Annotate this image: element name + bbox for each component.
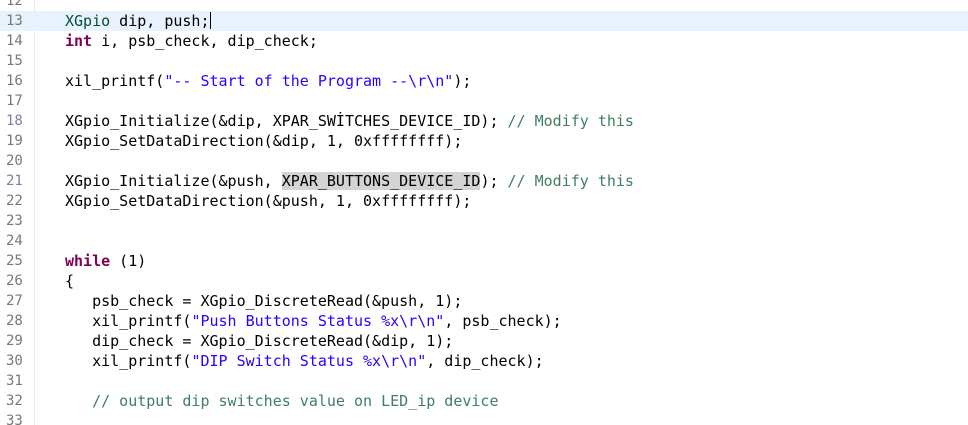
code-text[interactable]: int i, psb_check, dip_check; [65,31,318,51]
code-token: , psb_check); [444,312,562,330]
line-number: 33 [6,413,23,425]
code-line[interactable]: 33 [0,411,968,425]
keyword-token: while [65,252,111,270]
line-number: 29 [6,333,23,349]
code-text[interactable]: while (1) [65,251,146,271]
code-line[interactable]: 23 [0,211,968,231]
code-token: ); [480,172,508,190]
code-line[interactable]: 21 XGpio_Initialize(&push, XPAR_BUTTONS_D… [0,171,968,191]
string-token: "Push Buttons Status %x\r\n" [191,312,445,330]
text-caret [209,12,211,29]
comment-token: // Modify this [507,172,634,190]
code-token: i, psb_check, dip_check; [92,32,318,50]
code-text[interactable]: xil_printf("DIP Switch Status %x\r\n", d… [65,351,544,371]
code-token: (1) [110,252,147,270]
code-line[interactable]: 14 int i, psb_check, dip_check; [0,31,968,51]
code-text[interactable]: XGpio_SetDataDirection(&push, 1, 0xfffff… [65,191,471,211]
line-number: 22 [6,193,23,209]
line-number: 13 [6,13,23,29]
code-token: dip, push; [110,12,210,30]
code-text[interactable]: xil_printf("Push Buttons Status %x\r\n",… [65,311,562,331]
highlighted-token: XPAR_BUTTONS_DEVICE_ID [281,172,481,190]
code-token: dip_check = XGpio_DiscreteRead(&dip, 1); [65,332,454,350]
line-number: 16 [6,73,23,89]
code-text[interactable]: XGpio dip, push; [65,11,211,31]
line-number: 25 [6,253,23,269]
code-line[interactable]: 13 XGpio dip, push; [0,11,968,31]
code-line[interactable]: 16 xil_printf("-- Start of the Program --… [0,71,968,91]
line-number: 17 [6,93,23,109]
code-line[interactable]: 29 dip_check = XGpio_DiscreteRead(&dip, … [0,331,968,351]
code-editor[interactable]: 12 13 XGpio dip, push; 14 int i, psb_check, … [0,0,968,425]
line-number: 23 [6,213,23,229]
code-line[interactable]: 18 XGpio_Initialize(&dip, XPAR_SWİTCHES_D… [0,111,968,131]
line-number: 14 [6,33,23,49]
code-text[interactable]: psb_check = XGpio_DiscreteRead(&push, 1)… [65,291,462,311]
code-token: , dip_check); [426,352,544,370]
code-line[interactable]: 20 [0,151,968,171]
code-line[interactable]: 27 psb_check = XGpio_DiscreteRead(&push,… [0,291,968,311]
code-line[interactable]: 22 XGpio_SetDataDirection(&push, 1, 0xfff… [0,191,968,211]
code-token: { [65,272,75,290]
code-token: XGpio_Initialize(&dip, XPAR_SWİTCHES_DEV… [65,112,508,130]
code-text[interactable]: // output dip switches value on LED_ip d… [65,391,498,411]
string-token: "-- Start of the Program --\r\n" [164,72,454,90]
code-line[interactable]: 30 xil_printf("DIP Switch Status %x\r\n"… [0,351,968,371]
line-number: 20 [6,153,23,169]
line-number: 26 [6,273,23,289]
type-token: XGpio [65,12,111,30]
code-line[interactable]: 17 [0,91,968,111]
code-token: XGpio_SetDataDirection(&push, 1, 0xfffff… [65,192,472,210]
code-text[interactable]: xil_printf("-- Start of the Program --\r… [65,71,471,91]
line-number: 18 [6,113,23,129]
code-line[interactable]: 25 while (1) [0,251,968,271]
code-line[interactable]: 32 // output dip switches value on LED_i… [0,391,968,411]
comment-token: // output dip switches value on LED_ip d… [92,392,499,410]
line-number: 12 [6,0,23,9]
code-line[interactable]: 24 [0,231,968,251]
line-number: 15 [6,53,23,69]
code-token: psb_check = XGpio_DiscreteRead(&push, 1)… [65,292,463,310]
code-token: xil_printf( [65,72,165,90]
line-number: 30 [6,353,23,369]
keyword-token: int [65,32,93,50]
code-text[interactable]: XGpio_Initialize(&push, XPAR_BUTTONS_DEV… [65,171,634,191]
code-line[interactable]: 31 [0,371,968,391]
line-number: 31 [6,373,23,389]
comment-token: // Modify this [507,112,634,130]
code-line[interactable]: 12 [0,0,968,11]
code-text[interactable]: dip_check = XGpio_DiscreteRead(&dip, 1); [65,331,453,351]
code-token: XGpio_Initialize(&push, [65,172,282,190]
line-number: 32 [6,393,23,409]
code-line[interactable]: 19 XGpio_SetDataDirection(&dip, 1, 0xffff… [0,131,968,151]
line-number: 24 [6,233,23,249]
code-token: ); [453,72,472,90]
code-line[interactable]: 28 xil_printf("Push Buttons Status %x\r\… [0,311,968,331]
line-number: 21 [6,173,23,189]
line-number: 27 [6,293,23,309]
code-token: XGpio_SetDataDirection(&dip, 1, 0xffffff… [65,132,463,150]
code-line[interactable]: 15 [0,51,968,71]
code-text[interactable]: { [65,271,74,291]
code-text[interactable]: XGpio_Initialize(&dip, XPAR_SWİTCHES_DEV… [65,111,634,131]
code-token: xil_printf( [65,352,192,370]
code-token: xil_printf( [65,312,192,330]
code-line[interactable]: 26 { [0,271,968,291]
string-token: "DIP Switch Status %x\r\n" [191,352,427,370]
line-number: 19 [6,133,23,149]
line-number: 28 [6,313,23,329]
code-text[interactable]: XGpio_SetDataDirection(&dip, 1, 0xffffff… [65,131,462,151]
